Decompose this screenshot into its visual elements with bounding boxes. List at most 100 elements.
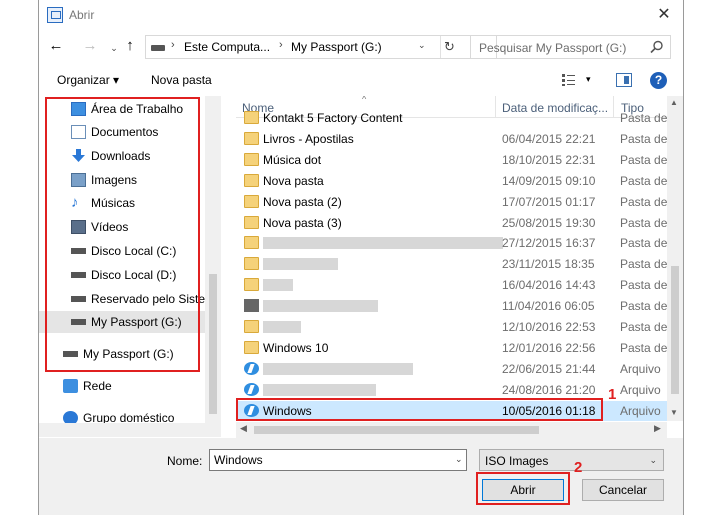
- scroll-right-icon[interactable]: ▶: [654, 423, 661, 434]
- window-title: Abrir: [69, 8, 95, 22]
- breadcrumb-this-pc[interactable]: Este Computa...: [184, 40, 270, 54]
- iso-icon: [244, 382, 259, 396]
- up-arrow-icon[interactable]: ↑: [121, 37, 139, 55]
- scrollbar-thumb[interactable]: [254, 426, 539, 434]
- redacted-name: [263, 258, 338, 271]
- redacted-name: [263, 383, 376, 396]
- refresh-icon[interactable]: ↻: [440, 36, 458, 58]
- table-row[interactable]: Kontakt 5 Factory Content Pasta de: [236, 108, 667, 128]
- table-row[interactable]: 23/11/2015 18:35 Pasta de: [236, 254, 667, 274]
- file-date: 11/04/2016 06:05: [502, 299, 595, 314]
- organize-button[interactable]: Organizar ▾: [57, 73, 119, 87]
- preview-pane-icon[interactable]: [616, 73, 632, 87]
- file-type: Pasta de: [620, 299, 667, 314]
- file-name: Kontakt 5 Factory Content: [263, 111, 403, 125]
- table-row[interactable]: Windows 10 12/01/2016 22:56 Pasta de: [236, 338, 667, 358]
- filename-label: Nome:: [167, 454, 203, 468]
- filename-input[interactable]: [209, 449, 467, 471]
- background-left: [0, 0, 38, 515]
- table-row[interactable]: Nova pasta (2) 17/07/2015 01:17 Pasta de: [236, 192, 667, 212]
- exe-icon: [244, 299, 259, 313]
- file-date: 16/04/2016 14:43: [502, 278, 596, 293]
- address-dropdown-icon[interactable]: ⌄: [418, 40, 426, 51]
- window-border-right: [683, 0, 684, 515]
- drive-icon: [151, 45, 165, 51]
- table-row[interactable]: 27/12/2015 16:37 Pasta de: [236, 233, 667, 253]
- annotation-number-2: 2: [574, 459, 583, 476]
- table-row[interactable]: 24/08/2016 21:20 Arquivo: [236, 380, 667, 400]
- table-row[interactable]: 12/10/2016 22:53 Pasta de: [236, 317, 667, 337]
- view-options-icon[interactable]: [561, 73, 577, 87]
- table-row[interactable]: Nova pasta (3) 25/08/2015 19:30 Pasta de: [236, 213, 667, 233]
- back-arrow-icon[interactable]: ←: [47, 37, 65, 55]
- file-list-hscrollbar[interactable]: ◀ ▶: [236, 422, 667, 438]
- breadcrumb-separator: ›: [279, 39, 283, 51]
- folder-icon: [244, 320, 259, 333]
- folder-icon: [244, 111, 259, 124]
- sort-caret-icon: ^: [362, 96, 367, 104]
- file-type: Pasta de: [620, 278, 667, 293]
- folder-icon: [244, 257, 259, 271]
- redacted-name: [263, 362, 413, 375]
- file-type: Arquivo: [620, 382, 661, 397]
- new-folder-button[interactable]: Nova pasta: [151, 73, 212, 87]
- folder-icon: [244, 215, 259, 229]
- table-row[interactable]: 11/04/2016 06:05 Pasta de: [236, 296, 667, 316]
- network-icon: [63, 379, 78, 393]
- folder-icon: [244, 236, 259, 250]
- redacted-name: [263, 321, 301, 333]
- file-date: 23/11/2015 18:35: [502, 257, 595, 272]
- filename-dropdown-icon[interactable]: ⌄: [455, 454, 463, 465]
- file-type: Pasta de: [620, 152, 667, 167]
- scroll-left-icon[interactable]: ◀: [240, 423, 247, 434]
- table-row[interactable]: Livros - Apostilas 06/04/2015 22:21 Pasta …: [236, 129, 667, 149]
- title-bar: Abrir ✕: [39, 0, 683, 32]
- breadcrumb-my-passport[interactable]: My Passport (G:): [291, 40, 382, 54]
- view-dropdown-icon[interactable]: ▾: [586, 74, 591, 85]
- breadcrumb-separator: ›: [171, 39, 175, 51]
- annotation-box-open: [476, 472, 570, 505]
- file-list-scrollbar[interactable]: ▲ ▼: [667, 96, 683, 421]
- search-input[interactable]: Pesquisar My Passport (G:): [479, 41, 626, 55]
- navigation-pane-hscrollbar[interactable]: [39, 423, 221, 437]
- help-icon[interactable]: ?: [650, 72, 667, 89]
- scrollbar-thumb[interactable]: [671, 266, 679, 394]
- file-type: Pasta de: [620, 257, 667, 272]
- folder-icon: [244, 194, 259, 208]
- address-bar[interactable]: › Este Computa... › My Passport (G:) ⌄ ↻: [145, 35, 497, 59]
- table-row[interactable]: 16/04/2016 14:43 Pasta de: [236, 275, 667, 295]
- folder-icon: [244, 278, 259, 292]
- redacted-name: [263, 237, 503, 250]
- file-date: 25/08/2015 19:30: [502, 215, 596, 230]
- file-name: Nova pasta (2): [263, 194, 342, 209]
- filetype-value: ISO Images: [485, 454, 549, 468]
- folder-icon: [244, 340, 259, 354]
- table-row[interactable]: 22/06/2015 21:44 Arquivo: [236, 359, 667, 379]
- close-icon[interactable]: ✕: [655, 6, 673, 24]
- folder-icon: [244, 152, 259, 166]
- file-name: Nova pasta (3): [263, 215, 342, 230]
- annotation-number-1: 1: [608, 386, 617, 403]
- folder-icon: [244, 131, 259, 145]
- filetype-select[interactable]: ISO Images ⌄: [479, 449, 664, 471]
- file-date: 27/12/2015 16:37: [502, 236, 596, 251]
- cancel-button[interactable]: Cancelar: [582, 479, 664, 501]
- annotation-box-sidebar: [45, 97, 200, 372]
- redacted-name: [263, 279, 293, 292]
- scroll-up-icon[interactable]: ▲: [670, 98, 678, 107]
- search-icon[interactable]: [650, 40, 664, 54]
- scrollbar-thumb[interactable]: [209, 274, 217, 414]
- scroll-down-icon[interactable]: ▼: [670, 408, 678, 417]
- table-row[interactable]: Nova pasta 14/09/2015 09:10 Pasta de: [236, 171, 667, 191]
- search-box[interactable]: Pesquisar My Passport (G:): [470, 35, 671, 59]
- file-date: 06/04/2015 22:21: [502, 131, 596, 146]
- sidebar-item-network[interactable]: Rede: [39, 375, 207, 397]
- file-type: Arquivo: [620, 403, 661, 418]
- table-row[interactable]: Música dot 18/10/2015 22:31 Pasta de: [236, 150, 667, 170]
- file-date: 22/06/2015 21:44: [502, 361, 596, 376]
- forward-arrow-icon[interactable]: →: [81, 37, 99, 55]
- file-list: ^ Nome Data de modificaç... Tipo Kontakt…: [236, 96, 667, 421]
- file-type: Pasta de: [620, 173, 667, 188]
- file-type: Pasta de: [620, 320, 667, 334]
- navigation-pane-scrollbar[interactable]: [205, 96, 221, 425]
